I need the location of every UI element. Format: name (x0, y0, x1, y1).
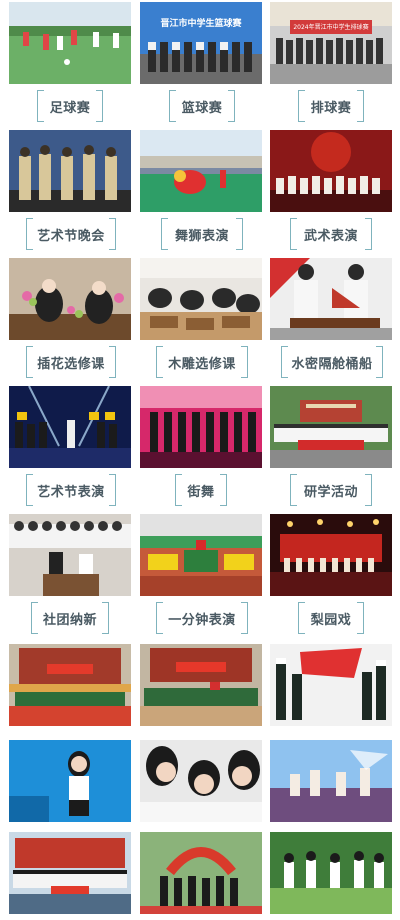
caption-basketball: 篮球赛 (169, 90, 235, 122)
caption-one-minute-show: 一分钟表演 (156, 602, 248, 634)
photo-students-closeup[interactable] (140, 740, 262, 822)
photo-basketball[interactable]: 晋江市中学生篮球赛 (140, 2, 262, 84)
photo-dancers[interactable] (270, 740, 392, 822)
photo-graduation-1[interactable] (9, 644, 131, 726)
photo-club-recruitment[interactable] (9, 514, 131, 596)
photo-outdoor-students[interactable] (270, 832, 392, 914)
photo-flag-guard[interactable] (270, 644, 392, 726)
caption-street-dance: 街舞 (175, 474, 227, 506)
activity-gallery: 晋江市中学生篮球赛 2024年晋江市中学生排球赛 足球赛 篮球赛 排球赛 艺术节… (0, 0, 400, 920)
photo-volleyball[interactable]: 2024年晋江市中学生排球赛 (270, 2, 392, 84)
caption-boat-model: 水密隔舱桶船 (281, 346, 383, 378)
caption-martial-arts: 武术表演 (290, 218, 372, 250)
caption-wood-carving-class: 木雕选修课 (156, 346, 248, 378)
overlay-title: 晋江市中学生篮球赛 (160, 19, 242, 29)
caption-art-festival-gala: 艺术节晚会 (26, 218, 116, 250)
photo-gate-crowd[interactable] (140, 832, 262, 914)
photo-study-trip[interactable] (270, 386, 392, 468)
caption-lion-dance: 舞狮表演 (161, 218, 243, 250)
photo-one-minute-show[interactable] (140, 514, 262, 596)
photo-art-festival-gala[interactable] (9, 130, 131, 212)
caption-liyuan-opera: 梨园戏 (298, 602, 364, 634)
photo-wood-carving-class[interactable] (140, 258, 262, 340)
overlay-title: 2024年晋江市中学生排球赛 (293, 24, 369, 31)
photo-martial-arts[interactable] (270, 130, 392, 212)
photo-singer[interactable] (9, 740, 131, 822)
photo-lion-dance[interactable] (140, 130, 262, 212)
photo-football[interactable] (9, 2, 131, 84)
caption-football: 足球赛 (37, 90, 103, 122)
photo-art-festival-performance[interactable] (9, 386, 131, 468)
caption-club-recruitment: 社团纳新 (31, 602, 109, 634)
photo-graduation-2[interactable] (140, 644, 262, 726)
photo-boat-model[interactable] (270, 258, 392, 340)
caption-art-festival-performance: 艺术节表演 (26, 474, 116, 506)
photo-flower-class[interactable] (9, 258, 131, 340)
caption-study-trip: 研学活动 (290, 474, 372, 506)
caption-flower-class: 插花选修课 (26, 346, 116, 378)
photo-group-stage[interactable] (9, 832, 131, 914)
photo-street-dance[interactable] (140, 386, 262, 468)
caption-volleyball: 排球赛 (298, 90, 364, 122)
photo-liyuan-opera[interactable] (270, 514, 392, 596)
